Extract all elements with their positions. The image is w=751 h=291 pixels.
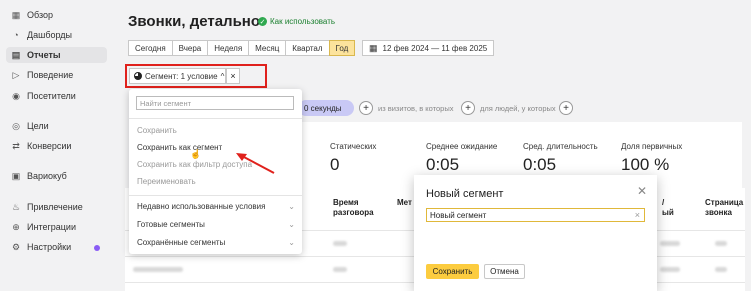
sidebar: ▦ Обзор ◔ Дашборды ▤ Отчеты ▷ Поведение ◉ Пос… [0, 0, 113, 291]
clear-icon[interactable]: × [635, 210, 640, 220]
column-header-call-page[interactable]: Страница звонка [705, 198, 745, 218]
blurred-cell [660, 241, 680, 246]
check-icon: ✓ [258, 17, 267, 26]
cube-icon: ▣ [11, 170, 21, 181]
play-icon: ▷ [12, 69, 20, 80]
period-month-button[interactable]: Месяц [248, 40, 287, 56]
filter-chip[interactable]: 0 секунды [298, 100, 354, 116]
dropdown-divider [129, 195, 302, 196]
sidebar-item-overview[interactable]: ▦ Обзор [6, 7, 107, 23]
notification-dot [94, 245, 100, 251]
close-icon[interactable]: ✕ [637, 184, 647, 198]
sidebar-item-behavior[interactable]: ▷ Поведение [6, 67, 107, 83]
people-condition-label: для людей, у которых [480, 104, 556, 113]
add-condition-button[interactable]: + [559, 101, 573, 115]
stat-first-share: Доля первичных 100 % [621, 142, 683, 174]
grid-icon: ▦ [11, 9, 21, 20]
section-recent-conditions[interactable]: Недавно использованные условия ⌄ [137, 202, 295, 211]
segment-dropdown: Найти сегмент Сохранить Сохранить как се… [129, 89, 302, 254]
blurred-cell [715, 267, 727, 272]
segment-search-input[interactable]: Найти сегмент [136, 96, 294, 110]
period-yesterday-button[interactable]: Вчера [171, 40, 209, 56]
period-today-button[interactable]: Сегодня [128, 40, 173, 56]
period-week-button[interactable]: Неделя [207, 40, 250, 56]
visitors-icon: ◉ [12, 90, 20, 101]
period-selector: Сегодня Вчера Неделя Месяц Квартал Год [128, 40, 356, 56]
menu-item-save-as-segment[interactable]: Сохранить как сегмент [137, 143, 222, 152]
howto-link[interactable]: ✓ Как использовать [258, 17, 335, 26]
sidebar-item-integrations[interactable]: ⊕ Интеграции [6, 219, 107, 235]
segment-clear-button[interactable]: × [226, 68, 240, 84]
dropdown-divider [129, 118, 302, 119]
blurred-cell [133, 267, 183, 272]
cancel-button[interactable]: Отмена [484, 264, 525, 279]
sidebar-item-dashboards[interactable]: ◔ Дашборды [6, 27, 107, 43]
period-year-button[interactable]: Год [328, 40, 356, 56]
column-header-talk-time[interactable]: Время разговора [333, 198, 374, 218]
section-saved-segments[interactable]: Сохранённые сегменты ⌄ [137, 238, 295, 247]
menu-item-rename[interactable]: Переименовать [137, 177, 196, 186]
conversion-icon: ⇄ [12, 140, 20, 151]
menu-item-save[interactable]: Сохранить [137, 126, 177, 135]
add-visit-condition-button[interactable]: + [359, 101, 373, 115]
pie-icon [134, 72, 142, 80]
chevron-down-icon: ⌄ [288, 202, 295, 211]
sidebar-item-goals[interactable]: ◎ Цели [6, 118, 107, 134]
blurred-cell [660, 267, 680, 272]
sidebar-item-visitors[interactable]: ◉ Посетители [6, 88, 107, 104]
chevron-down-icon: ⌄ [288, 238, 295, 247]
sidebar-item-reports[interactable]: ▤ Отчеты [6, 47, 107, 63]
reports-icon: ▤ [11, 49, 21, 60]
period-quarter-button[interactable]: Квартал [285, 40, 330, 56]
menu-item-save-as-access-filter[interactable]: Сохранить как фильтр доступа [137, 160, 252, 169]
stat-avg-duration: Сред. длительность 0:05 [523, 142, 598, 174]
flame-icon: ♨ [11, 201, 21, 212]
dialog-title: Новый сегмент [426, 188, 504, 200]
stat-static: Статических 0 [330, 142, 377, 174]
blurred-cell [333, 267, 347, 272]
segment-name-input[interactable]: Новый сегмент × [426, 208, 645, 222]
segment-button[interactable]: Сегмент: 1 условие ^ [129, 68, 226, 84]
column-header-first[interactable]: / ый [662, 198, 678, 218]
integration-icon: ⊕ [12, 221, 20, 232]
add-people-condition-button[interactable]: + [461, 101, 475, 115]
sidebar-item-variocube[interactable]: ▣ Вариокуб [6, 168, 107, 184]
save-button[interactable]: Сохранить [426, 264, 479, 279]
sidebar-item-settings[interactable]: ⚙ Настройки [6, 239, 107, 255]
dashboard-icon: ◔ [13, 30, 19, 40]
sidebar-item-conversions[interactable]: ⇄ Конверсии [6, 138, 107, 154]
chevron-down-icon: ⌄ [288, 220, 295, 229]
blurred-cell [715, 241, 727, 246]
chevron-up-icon: ^ [220, 71, 225, 81]
stat-avg-wait: Среднее ожидание 0:05 [426, 142, 498, 174]
new-segment-dialog: Новый сегмент ✕ Новый сегмент × Сохранить… [414, 175, 657, 291]
date-range-picker[interactable]: ▦ 12 фев 2024 — 11 фев 2025 [362, 40, 495, 56]
target-icon: ◎ [12, 120, 20, 131]
section-ready-segments[interactable]: Готовые сегменты ⌄ [137, 220, 295, 229]
blurred-cell [333, 241, 347, 246]
calendar-icon: ▦ [369, 42, 378, 53]
mouse-cursor-icon: ☝ [190, 149, 202, 159]
sidebar-item-acquisition[interactable]: ♨ Привлечение [6, 199, 107, 215]
column-header-method[interactable]: Мет [397, 198, 412, 208]
gear-icon: ⚙ [11, 241, 21, 252]
visits-condition-label: из визитов, в которых [378, 104, 454, 113]
page-title: Звонки, детально [128, 13, 261, 30]
